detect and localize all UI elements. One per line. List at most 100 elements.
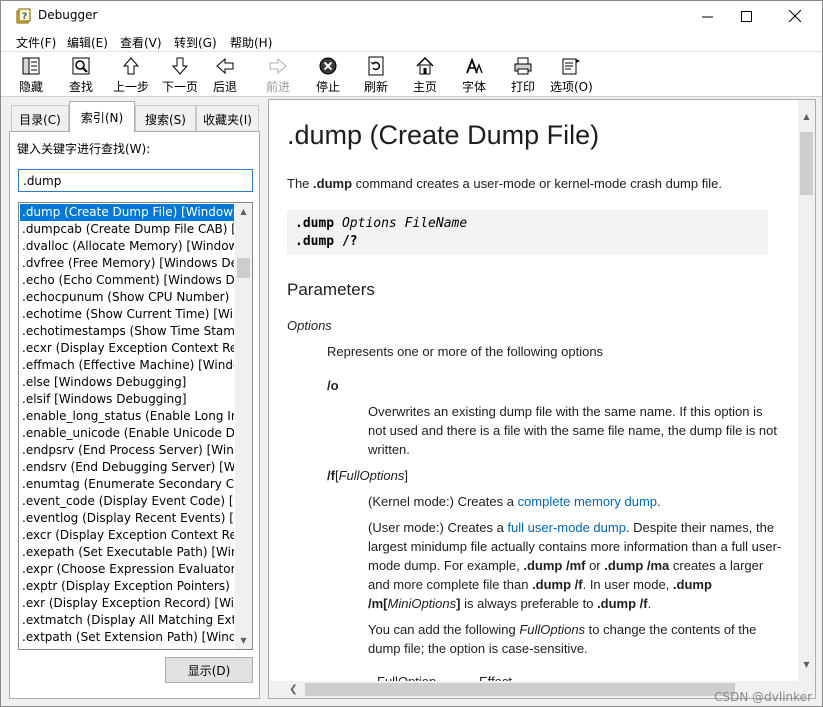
intro-text: The (287, 176, 314, 191)
close-button[interactable] (772, 1, 818, 31)
keyword-input[interactable] (18, 169, 253, 192)
find-button[interactable]: 查找 (69, 56, 93, 96)
keyword-list-item[interactable]: .exr (Display Exception Record) [Win (20, 595, 234, 612)
menu-goto[interactable]: 转到(G) (174, 34, 217, 51)
scroll-thumb[interactable] (237, 258, 250, 278)
font-button[interactable]: 字体 (462, 56, 486, 96)
topic-document: .dump (Create Dump File) The .dump comma… (269, 100, 799, 681)
keyword-list-item[interactable]: .exepath (Set Executable Path) [Wind (20, 544, 234, 561)
scroll-left-icon[interactable]: ❮ (285, 681, 302, 698)
keyword-list-item[interactable]: .echo (Echo Comment) [Windows De (20, 272, 234, 289)
o-flag-description: Overwrites an existing dump file with th… (368, 404, 778, 457)
scroll-up-icon[interactable]: ▲ (235, 203, 252, 220)
keyword-list-item[interactable]: .eventlog (Display Recent Events) [W (20, 510, 234, 527)
keyword-label: 键入关键字进行查找(W): (17, 142, 151, 156)
previous-step-label: 上一步 (113, 80, 150, 94)
topic-pane: .dump (Create Dump File) The .dump comma… (268, 99, 816, 699)
user-or: or (585, 558, 605, 573)
keyword-list-item[interactable]: .dump (Create Dump File) [Windows (20, 204, 234, 221)
keyword-list-item[interactable]: .dvalloc (Allocate Memory) [Window (20, 238, 234, 255)
stop-label: 停止 (316, 80, 341, 94)
keyword-list-scrollbar[interactable]: ▲ ▼ (235, 203, 252, 649)
tab-index[interactable]: 索引(N) (69, 101, 135, 132)
topic-title: .dump (Create Dump File) (287, 120, 600, 150)
next-page-button[interactable]: 下一页 (162, 56, 198, 96)
menu-file[interactable]: 文件(F) (16, 34, 56, 51)
user-text-end: . (647, 596, 652, 611)
keyword-list-item[interactable]: .else [Windows Debugging] (20, 374, 234, 391)
find-label: 查找 (69, 80, 94, 94)
menu-edit[interactable]: 编辑(E) (67, 34, 108, 51)
keyword-list-item[interactable]: .echotime (Show Current Time) [Win (20, 306, 234, 323)
back-button[interactable]: 后退 (213, 56, 237, 96)
keyword-list-item[interactable]: .enable_unicode (Enable Unicode Dis (20, 425, 234, 442)
user-cmd-1: .dump /mf (523, 558, 586, 573)
hide-label: 隐藏 (19, 80, 44, 94)
table-header-effect: Effect (479, 672, 512, 681)
fulloptions-paragraph: You can add the following FullOptions to… (368, 620, 784, 658)
window-title: Debugger (38, 8, 98, 22)
keyword-list-item[interactable]: .event_code (Display Event Code) [W (20, 493, 234, 510)
f-fulloptions: FullOptions (338, 468, 405, 483)
scroll-up-icon[interactable]: ▲ (798, 108, 815, 125)
scroll-down-icon[interactable]: ▼ (235, 632, 252, 649)
keyword-list-item[interactable]: .echotimestamps (Show Time Stamp (20, 323, 234, 340)
scroll-thumb[interactable] (800, 132, 813, 195)
options-button[interactable]: 选项(O) (550, 56, 593, 96)
show-button[interactable]: 显示(D) (165, 657, 253, 683)
keyword-list-item[interactable]: .expr (Choose Expression Evaluator) (20, 561, 234, 578)
print-icon (514, 57, 532, 75)
print-button[interactable]: 打印 (511, 56, 535, 96)
back-arrow-icon (216, 57, 234, 75)
f-bracket-close: ] (404, 468, 408, 483)
syntax-line-2: .dump /? (295, 234, 358, 249)
tab-favorites[interactable]: 收藏夹(I) (196, 105, 259, 132)
keyword-list-item[interactable]: .echocpunum (Show CPU Number) [W (20, 289, 234, 306)
tab-contents[interactable]: 目录(C) (11, 105, 69, 132)
home-button[interactable]: 主页 (413, 56, 437, 96)
forward-button[interactable]: 前进 (266, 56, 290, 96)
keyword-list-item[interactable]: .dvfree (Free Memory) [Windows De (20, 255, 234, 272)
keyword-list-item[interactable]: .endsrv (End Debugging Server) [Wi (20, 459, 234, 476)
keyword-list-item[interactable]: .extpath (Set Extension Path) [Windo (20, 629, 234, 646)
o-flag-term: /o (327, 378, 339, 393)
add-text: You can add the following (368, 622, 520, 637)
keyword-list-item[interactable]: .elsif [Windows Debugging] (20, 391, 234, 408)
options-label: 选项(O) (550, 80, 593, 94)
pane-splitter[interactable] (260, 97, 268, 706)
keyword-list-item[interactable]: .dumpcab (Create Dump File CAB) [W (20, 221, 234, 238)
scroll-thumb[interactable] (305, 683, 735, 696)
keyword-list-item[interactable]: .exptr (Display Exception Pointers) [W (20, 578, 234, 595)
menu-view[interactable]: 查看(V) (120, 34, 162, 51)
full-user-mode-dump-link[interactable]: full user-mode dump (507, 520, 626, 535)
index-panel: 键入关键字进行查找(W): ▲ ▼ .dump (Create Dump Fil… (9, 131, 260, 699)
menu-help[interactable]: 帮助(H) (230, 34, 272, 51)
keyword-list[interactable]: ▲ ▼ .dump (Create Dump File) [Windows .du… (18, 202, 253, 650)
keyword-list-item[interactable]: .enable_long_status (Enable Long Int (20, 408, 234, 425)
user-miniopts: MiniOptions (387, 596, 457, 611)
font-label: 字体 (462, 80, 487, 94)
keyword-list-item[interactable]: .ecxr (Display Exception Context Rec (20, 340, 234, 357)
font-icon (466, 57, 483, 74)
f-flag: /f (327, 468, 335, 483)
keyword-list-item[interactable]: .enumtag (Enumerate Secondary Cal (20, 476, 234, 493)
up-arrow-icon (122, 57, 140, 75)
keyword-list-item[interactable]: .endpsrv (End Process Server) [Wind (20, 442, 234, 459)
maximize-button[interactable] (723, 1, 769, 31)
keyword-list-item[interactable]: .excr (Display Exception Context Rec (20, 527, 234, 544)
previous-step-button[interactable]: 上一步 (113, 56, 149, 96)
keyword-list-item[interactable]: .extmatch (Display All Matching Exte (20, 612, 234, 629)
complete-memory-dump-link[interactable]: complete memory dump (518, 494, 657, 509)
hide-button[interactable]: 隐藏 (19, 56, 43, 96)
user-cmd-5: .dump /f (597, 596, 648, 611)
tab-search[interactable]: 搜索(S) (135, 105, 196, 132)
home-label: 主页 (413, 80, 438, 94)
stop-button[interactable]: 停止 (316, 56, 340, 96)
kernel-mode-paragraph: (Kernel mode:) Creates a complete memory… (368, 492, 784, 511)
keyword-list-item[interactable]: .effmach (Effective Machine) [Windo (20, 357, 234, 374)
refresh-button[interactable]: 刷新 (364, 56, 388, 96)
back-label: 后退 (213, 80, 238, 94)
find-icon (72, 57, 90, 75)
scroll-down-icon[interactable]: ▼ (798, 656, 815, 673)
topic-vertical-scrollbar[interactable]: ▲ ▼ (798, 100, 815, 681)
